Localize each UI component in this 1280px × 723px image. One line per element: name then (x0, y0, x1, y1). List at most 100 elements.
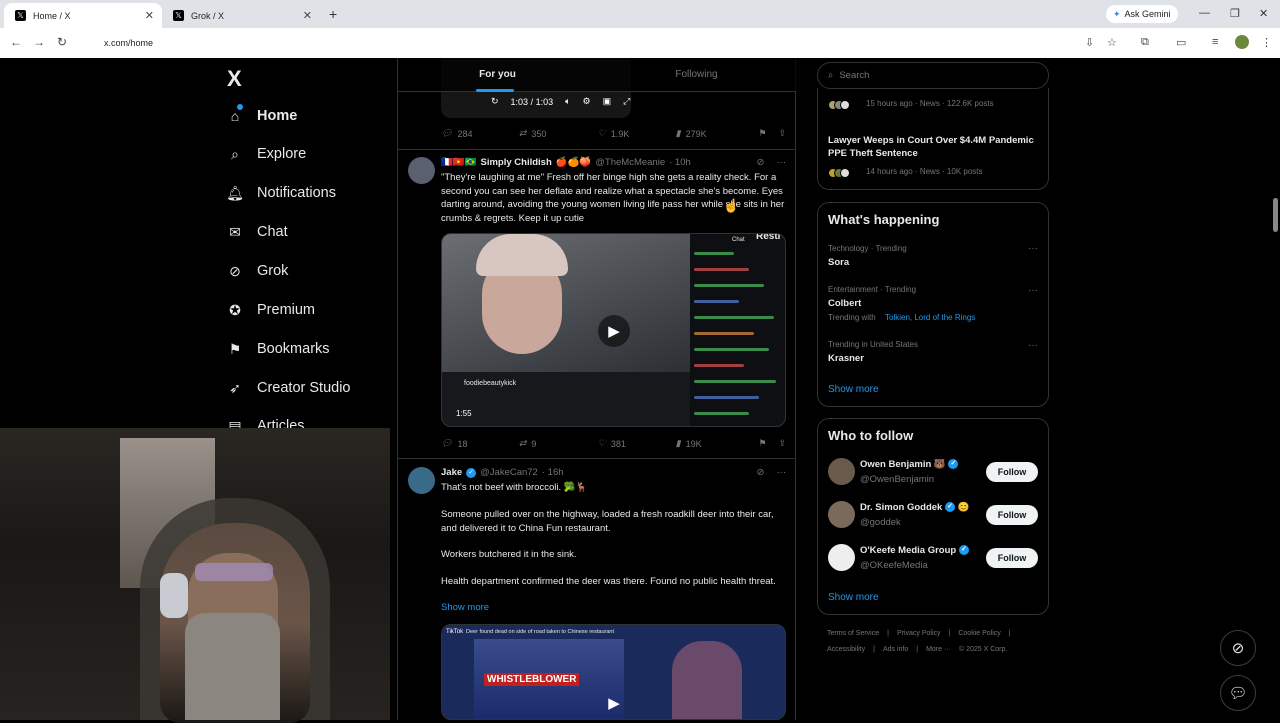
new-tab-button[interactable]: + (329, 6, 337, 22)
tab-grok[interactable]: 𝕏 Grok / X ✕ (162, 3, 320, 28)
fullscreen-icon[interactable]: ⤢ (623, 96, 630, 107)
restore-icon[interactable]: ❐ (1230, 7, 1240, 20)
footer-link[interactable]: Terms of Service (827, 630, 879, 637)
replay-icon[interactable]: ↻ (491, 96, 499, 107)
avatar[interactable] (828, 501, 855, 528)
trend-name[interactable]: Krasner (828, 353, 864, 364)
author-name[interactable]: Simply Childish (481, 157, 552, 168)
more-options-icon[interactable]: ··· (777, 467, 787, 478)
trend-name[interactable]: Colbert (828, 298, 861, 309)
settings-icon[interactable]: ⚙ (583, 96, 591, 107)
like-button[interactable]: ♡ 381 (598, 438, 676, 449)
post-time[interactable]: · 10h (669, 157, 691, 168)
video-time: 1:03 / 1:03 (510, 96, 554, 107)
trending-with-link[interactable]: Tolkien, Lord of the Rings (885, 313, 975, 322)
grok-fab-icon[interactable]: ⊘ (1220, 630, 1256, 666)
play-icon[interactable]: ▶ (598, 687, 630, 719)
trend-context: Technology · Trending (828, 244, 907, 253)
share-icon[interactable]: ⇪ (778, 128, 786, 139)
repost-button[interactable]: ⇄ 350 (519, 128, 598, 139)
install-app-icon[interactable]: ⇩ (1085, 36, 1094, 49)
back-icon[interactable]: ← (10, 35, 22, 49)
show-more-link[interactable]: Show more (828, 384, 879, 395)
more-options-icon[interactable]: ··· (777, 157, 787, 168)
pip-icon[interactable]: ▣ (603, 96, 612, 107)
author-handle[interactable]: @JakeCan72 (480, 467, 538, 478)
post-video[interactable]: Chat Resti foodiebeautykick 1:55 ▶ (441, 233, 786, 427)
nav-creator-studio[interactable]: ➶ Creator Studio (227, 374, 350, 402)
nav-grok[interactable]: ⊘ Grok (227, 257, 288, 285)
footer-link[interactable]: Privacy Policy (897, 630, 941, 637)
ask-gemini-button[interactable]: ✦ Ask Gemini (1106, 5, 1178, 23)
tab-following[interactable]: Following (597, 58, 796, 91)
show-more-link[interactable]: Show more (828, 592, 879, 603)
tab-for-you[interactable]: For you (398, 58, 597, 92)
search-input[interactable]: ⌕ Search (817, 62, 1049, 89)
nav-home[interactable]: ⌂ Home (227, 102, 298, 130)
tiktok-watermark: TikTok (446, 629, 464, 635)
nav-chat[interactable]: ✉ Chat (227, 218, 288, 246)
play-icon[interactable]: ▶ (598, 315, 630, 347)
footer-link[interactable]: Accessibility (827, 646, 865, 653)
share-icon[interactable]: ⇪ (778, 438, 786, 449)
forward-icon[interactable]: → (33, 35, 45, 49)
news-headline[interactable]: Lawyer Weeps in Court Over $4.4M Pandemi… (828, 134, 1038, 160)
menu-dots-icon[interactable]: ⋮ (1261, 36, 1272, 49)
volume-icon[interactable]: 🔈︎ (565, 96, 570, 107)
nav-explore[interactable]: ⌕ Explore (227, 140, 306, 168)
avatar[interactable] (828, 458, 855, 485)
close-tab-icon[interactable]: ✕ (303, 9, 312, 22)
bookmark-star-icon[interactable]: ☆ (1107, 36, 1117, 49)
beard (185, 613, 280, 720)
bookmark-button[interactable]: ⚑ (758, 438, 778, 449)
follow-name[interactable]: O'Keefe Media Group ✓ (860, 545, 969, 556)
nav-premium[interactable]: ✪ Premium (227, 296, 315, 324)
reply-button[interactable]: 💬︎ 284 (441, 128, 519, 139)
follow-button[interactable]: Follow (986, 462, 1038, 482)
close-tab-icon[interactable]: ✕ (145, 9, 154, 22)
profile-avatar[interactable] (1235, 35, 1249, 49)
bookmark-button[interactable]: ⚑ (758, 128, 778, 139)
more-options-icon[interactable]: ··· (1028, 340, 1038, 351)
grok-icon[interactable]: ⊘ (757, 467, 765, 478)
more-options-icon[interactable]: ··· (1028, 243, 1038, 254)
x-logo[interactable]: X (227, 66, 242, 92)
grok-icon[interactable]: ⊘ (757, 157, 765, 168)
follow-name[interactable]: Owen Benjamin 🐻 ✓ (860, 459, 959, 470)
author-name[interactable]: Jake (441, 467, 462, 478)
footer-link[interactable]: Cookie Policy (958, 630, 1000, 637)
post-time[interactable]: · 16h (542, 467, 564, 478)
scrollbar-thumb[interactable] (1273, 198, 1278, 232)
avatar[interactable] (408, 467, 435, 494)
avatar[interactable] (408, 157, 435, 184)
footer-link[interactable]: More ··· (926, 646, 951, 653)
minimize-icon[interactable]: — (1199, 7, 1210, 19)
follow-button[interactable]: Follow (986, 548, 1038, 568)
chat-fab-icon[interactable]: 💬︎ (1220, 675, 1256, 711)
nav-bookmarks[interactable]: ⚑ Bookmarks (227, 335, 330, 363)
reply-button[interactable]: 💬︎ 18 (441, 438, 519, 449)
media-icon[interactable]: ≡ (1212, 36, 1218, 48)
follow-button[interactable]: Follow (986, 505, 1038, 525)
close-window-icon[interactable]: ✕ (1259, 7, 1268, 20)
views-button[interactable]: ▮ 279K (676, 128, 759, 139)
reload-icon[interactable]: ↻ (57, 35, 67, 49)
views-button[interactable]: ▮ 19K (676, 438, 759, 449)
more-options-icon[interactable]: ··· (1028, 285, 1038, 296)
scrollbar[interactable] (1271, 58, 1280, 720)
repost-button[interactable]: ⇄ 9 (519, 438, 598, 449)
nav-notifications[interactable]: 🔔︎ Notifications (226, 179, 336, 207)
post-video[interactable]: TikTok Deer found dead on side of road t… (441, 624, 786, 720)
nav-label: Notifications (257, 185, 336, 201)
avatar[interactable] (828, 544, 855, 571)
footer-link[interactable]: Ads info (883, 646, 908, 653)
show-more-link[interactable]: Show more (441, 601, 786, 615)
trend-name[interactable]: Sora (828, 257, 849, 268)
address-bar[interactable]: x.com/home (84, 32, 1084, 54)
cast-icon[interactable]: ▭ (1176, 36, 1186, 49)
like-button[interactable]: ♡ 1.9K (598, 128, 676, 139)
tab-home[interactable]: 𝕏 Home / X ✕ (4, 3, 162, 28)
follow-name[interactable]: Dr. Simon Goddek ✓ 😊 (860, 502, 969, 513)
extensions-icon[interactable]: ⧉ (1141, 36, 1149, 49)
author-handle[interactable]: @TheMcMeanie (595, 157, 665, 168)
